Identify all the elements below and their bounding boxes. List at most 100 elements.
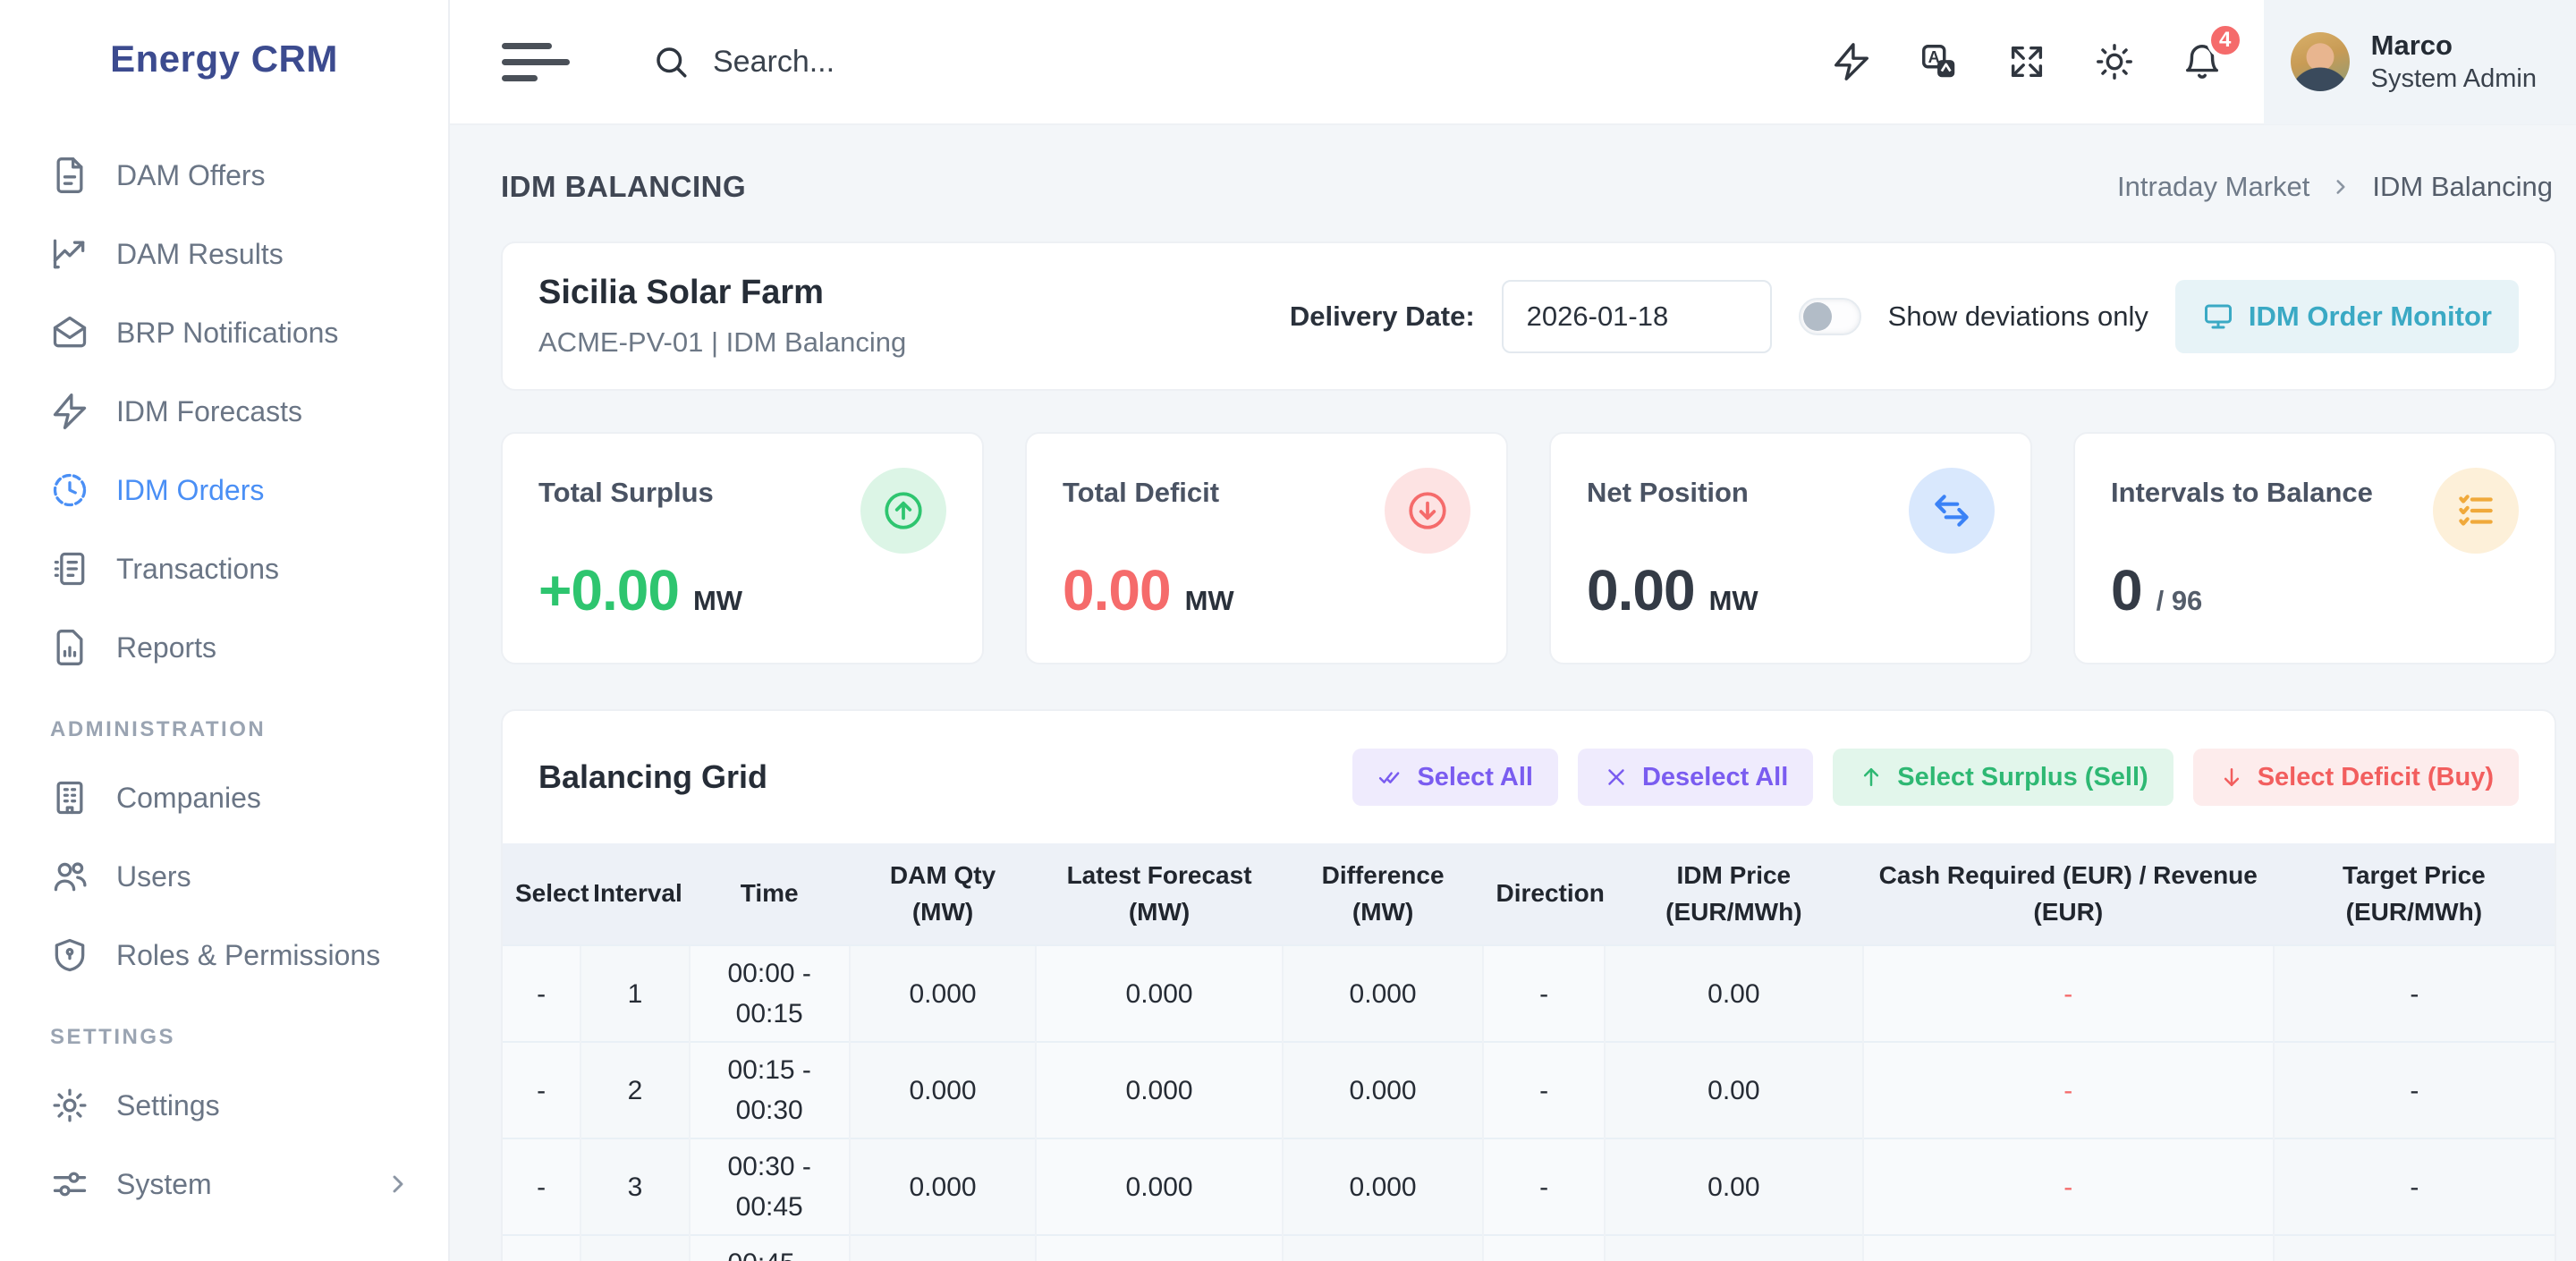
sidebar-item-users[interactable]: Users	[0, 837, 448, 916]
sidebar-item-dam-offers[interactable]: DAM Offers	[0, 136, 448, 215]
asset-card: Sicilia Solar Farm ACME-PV-01 | IDM Bala…	[501, 241, 2556, 391]
select-all-button[interactable]: Select All	[1352, 749, 1557, 806]
breadcrumb: Intraday Market IDM Balancing	[2117, 171, 2553, 203]
x-icon	[1603, 764, 1630, 791]
cell-time: 00:30 - 00:45	[690, 1138, 850, 1235]
cell-direction: -	[1483, 945, 1604, 1042]
chevron-right-icon	[2329, 175, 2352, 199]
select-deficit-button[interactable]: Select Deficit (Buy)	[2193, 749, 2519, 806]
sidebar-item-reports[interactable]: Reports	[0, 608, 448, 687]
building-icon	[50, 778, 89, 817]
cell-forecast: 0.000	[1036, 1138, 1282, 1235]
stat-card-total-surplus: Total Surplus +0.00 MW	[501, 432, 984, 664]
cell-dam-qty: 0.000	[850, 1042, 1037, 1138]
cell-direction: -	[1483, 1042, 1604, 1138]
sidebar-item-roles-permissions[interactable]: Roles & Permissions	[0, 916, 448, 994]
cell-select: -	[503, 1138, 580, 1235]
col-direction: Direction	[1483, 843, 1604, 945]
asset-subtitle: ACME-PV-01 | IDM Balancing	[538, 326, 906, 359]
select-surplus-button[interactable]: Select Surplus (Sell)	[1833, 749, 2173, 806]
cell-difference: 0.000	[1283, 945, 1484, 1042]
stat-unit: / 96	[2157, 585, 2203, 617]
theme-sun-icon[interactable]	[2094, 41, 2135, 82]
sidebar-item-settings[interactable]: Settings	[0, 1066, 448, 1145]
sidebar-item-transactions[interactable]: Transactions	[0, 529, 448, 608]
delivery-date-input[interactable]	[1502, 280, 1772, 353]
cell-cash: -	[1863, 1042, 2274, 1138]
cell-forecast: 0.000	[1036, 945, 1282, 1042]
asset-title: Sicilia Solar Farm	[538, 274, 906, 312]
users-icon	[50, 857, 89, 896]
cell-target: -	[2274, 1235, 2555, 1261]
table-row: - 2 00:15 - 00:30 0.000 0.000 0.000 - 0.…	[503, 1042, 2555, 1138]
search-input[interactable]	[713, 45, 1518, 80]
cell-dam-qty: 0.000	[850, 945, 1037, 1042]
sidebar-item-idm-forecasts[interactable]: IDM Forecasts	[0, 372, 448, 451]
monitor-icon	[2202, 300, 2234, 333]
cell-idm-price: 0.00	[1605, 1138, 1863, 1235]
topbar: A 4 Marco System Admin	[450, 0, 2576, 125]
sidebar-item-label: Settings	[116, 1089, 220, 1122]
sidebar-item-label: Roles & Permissions	[116, 939, 380, 972]
user-menu[interactable]: Marco System Admin	[2264, 0, 2576, 124]
cell-difference: 0.000	[1283, 1042, 1484, 1138]
sidebar-item-label: BRP Notifications	[116, 317, 338, 350]
deselect-all-button[interactable]: Deselect All	[1578, 749, 1813, 806]
cell-dam-qty: 0.000	[850, 1138, 1037, 1235]
report-chart-icon	[50, 628, 89, 667]
cell-interval: 2	[580, 1042, 690, 1138]
sidebar-item-label: System	[116, 1168, 212, 1201]
delivery-date-label: Delivery Date:	[1290, 300, 1475, 333]
stat-card-intervals-to-balance: Intervals to Balance 0 / 96	[2073, 432, 2556, 664]
sidebar-item-label: Reports	[116, 631, 216, 664]
stat-card-total-deficit: Total Deficit 0.00 MW	[1025, 432, 1508, 664]
arrow-down-icon	[2218, 764, 2245, 791]
sidebar-item-brp-notifications[interactable]: BRP Notifications	[0, 293, 448, 372]
app-logo: Energy CRM	[0, 38, 448, 80]
cell-forecast: 0.000	[1036, 1042, 1282, 1138]
sidebar-item-idm-orders[interactable]: IDM Orders	[0, 451, 448, 529]
col-target-price: Target Price (EUR/MWh)	[2274, 843, 2555, 945]
cell-time: 00:00 - 00:15	[690, 945, 850, 1042]
idm-order-monitor-button[interactable]: IDM Order Monitor	[2175, 280, 2519, 353]
stat-unit: MW	[1709, 585, 1758, 617]
col-time: Time	[690, 843, 850, 945]
lightning-icon[interactable]	[1831, 41, 1872, 82]
col-select: Select	[503, 843, 580, 945]
cell-cash: -	[1863, 1235, 2274, 1261]
cell-direction: -	[1483, 1235, 1604, 1261]
stat-unit: MW	[1185, 585, 1234, 617]
chevron-right-icon	[384, 1170, 412, 1198]
stat-value: 0.00	[1063, 557, 1171, 623]
cell-forecast: 0.000	[1036, 1235, 1282, 1261]
cell-idm-price: 0.00	[1605, 1235, 1863, 1261]
double-check-icon	[1377, 764, 1404, 791]
col-dam-qty: DAM Qty (MW)	[850, 843, 1037, 945]
sidebar-item-label: Transactions	[116, 553, 279, 586]
sidebar-item-dam-results[interactable]: DAM Results	[0, 215, 448, 293]
menu-toggle-icon[interactable]	[502, 43, 570, 81]
col-cash-required: Cash Required (EUR) / Revenue (EUR)	[1863, 843, 2274, 945]
notifications-bell-icon[interactable]: 4	[2182, 41, 2223, 82]
sidebar: Energy CRM DAM Offers DAM Results BRP No…	[0, 0, 450, 1261]
stat-label: Total Deficit	[1063, 477, 1219, 509]
fullscreen-icon[interactable]	[2006, 41, 2047, 82]
cell-select: -	[503, 1042, 580, 1138]
col-latest-forecast: Latest Forecast (MW)	[1036, 843, 1282, 945]
transfer-arrows-icon	[1909, 468, 1995, 554]
breadcrumb-intraday-market[interactable]: Intraday Market	[2117, 171, 2309, 203]
sidebar-item-label: DAM Results	[116, 238, 284, 271]
translate-icon[interactable]: A	[1919, 41, 1960, 82]
stat-label: Net Position	[1587, 477, 1749, 509]
cell-target: -	[2274, 945, 2555, 1042]
arrow-up-icon	[1858, 764, 1885, 791]
mail-icon	[50, 313, 89, 352]
sidebar-item-companies[interactable]: Companies	[0, 758, 448, 837]
show-deviations-toggle[interactable]	[1799, 298, 1861, 335]
sidebar-item-system[interactable]: System	[0, 1145, 448, 1223]
stat-value: 0.00	[1587, 557, 1695, 623]
balancing-grid-card: Balancing Grid Select All Deselect All S…	[501, 709, 2556, 1261]
arrow-up-circle-icon	[860, 468, 946, 554]
receipt-list-icon	[50, 549, 89, 588]
page-title: IDM BALANCING	[501, 170, 746, 204]
